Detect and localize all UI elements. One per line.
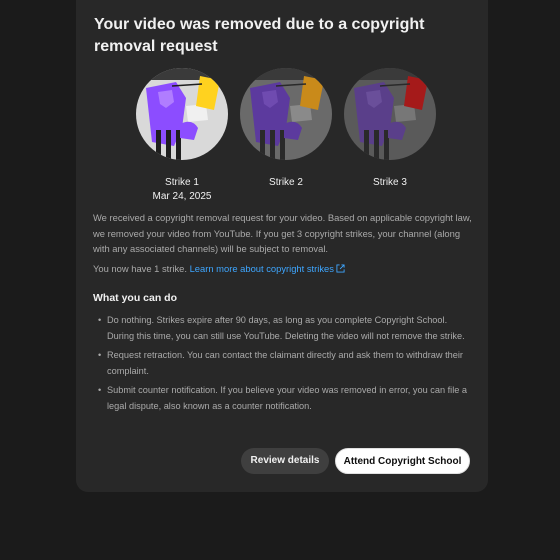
external-link-icon [336, 264, 345, 273]
strike-1-illustration-icon [136, 68, 228, 160]
strike-indicators: Strike 1 Mar 24, 2025 Strike 2 Strike 3 [76, 68, 488, 202]
strike-3-label: Strike 3 [373, 177, 407, 188]
review-details-button[interactable]: Review details [241, 448, 329, 474]
strike-count-line: You now have 1 strike. Learn more about … [93, 261, 473, 277]
what-you-can-do-heading: What you can do [93, 292, 177, 304]
strike-2-label: Strike 2 [269, 177, 303, 188]
removal-explanation: We received a copyright removal request … [93, 212, 472, 255]
attend-copyright-school-button[interactable]: Attend Copyright School [335, 448, 470, 474]
strike-1-label: Strike 1 [165, 177, 199, 188]
strike-2: Strike 2 [236, 68, 336, 189]
strike-3-illustration-icon [344, 68, 436, 160]
copyright-removal-dialog: Your video was removed due to a copyrigh… [76, 0, 488, 492]
list-item: Do nothing. Strikes expire after 90 days… [98, 313, 470, 344]
strike-2-illustration-icon [240, 68, 332, 160]
learn-more-link[interactable]: Learn more about copyright strikes [190, 263, 345, 274]
strike-count-text: You now have 1 strike. [93, 263, 187, 274]
strike-1-date: Mar 24, 2025 [152, 191, 212, 202]
dialog-title: Your video was removed due to a copyrigh… [94, 16, 425, 55]
list-item: Submit counter notification. If you beli… [98, 383, 470, 414]
options-list: Do nothing. Strikes expire after 90 days… [98, 313, 470, 419]
strike-1: Strike 1 Mar 24, 2025 [132, 68, 232, 203]
strike-3: Strike 3 [340, 68, 440, 189]
list-item: Request retraction. You can contact the … [98, 348, 470, 379]
